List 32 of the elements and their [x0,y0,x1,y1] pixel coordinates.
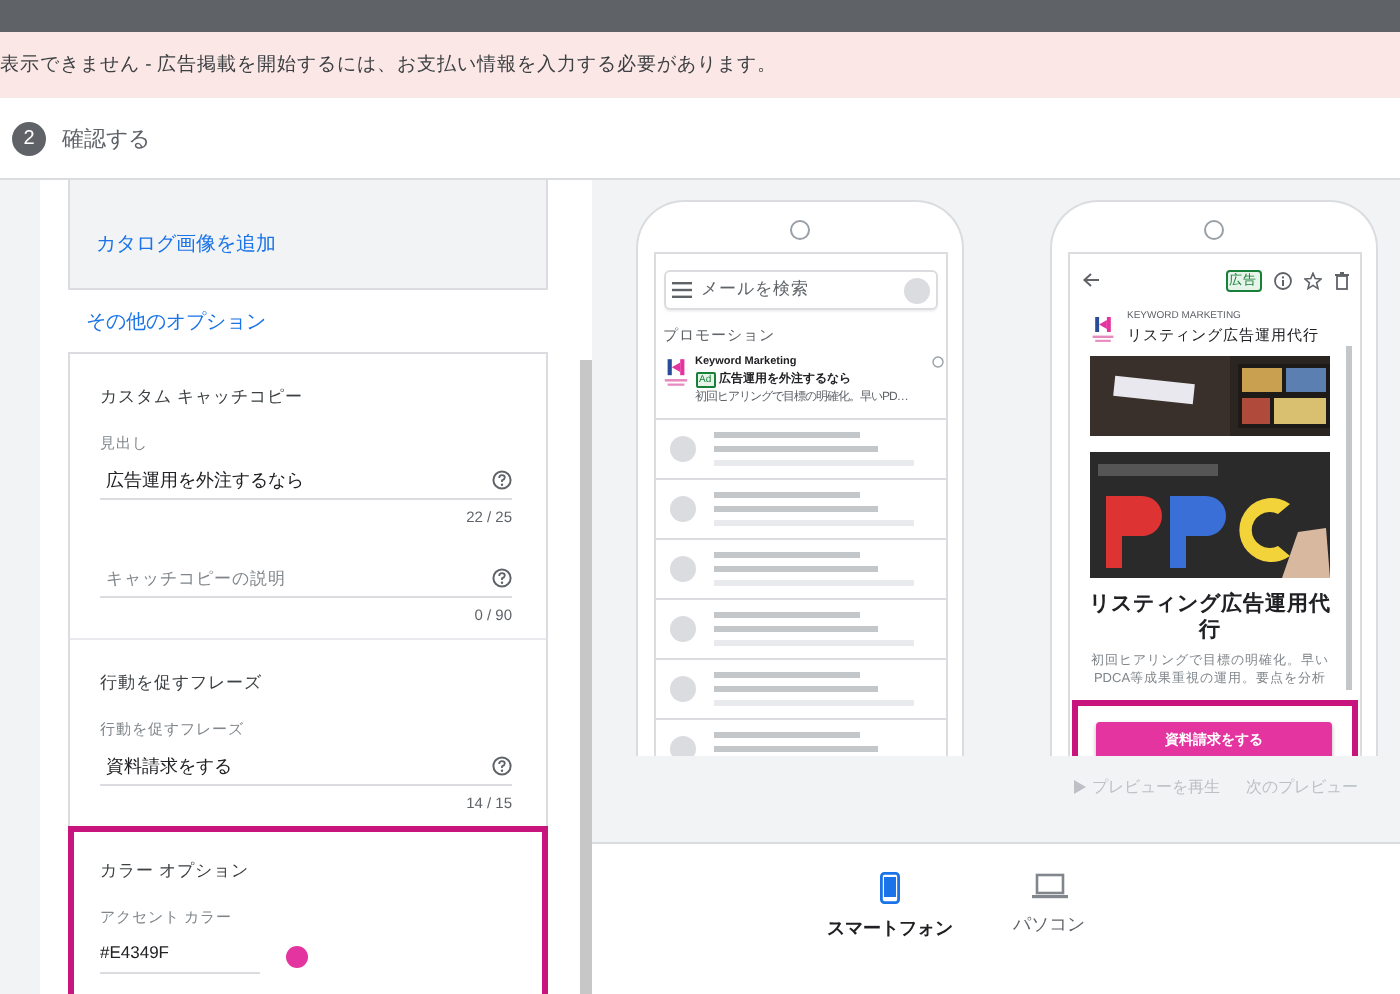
section-title: カスタム キャッチコピー [100,384,303,408]
camera-dot [790,220,810,240]
more-options-link[interactable]: その他のオプション [86,307,266,335]
ad-headline: リスティング広告運用代行 [1089,592,1331,644]
help-icon[interactable] [492,756,512,776]
step-label: 確認する [62,125,150,153]
phone-icon [880,872,900,904]
color-swatch[interactable] [286,945,308,967]
search-field[interactable]: メールを検索 [663,270,937,310]
laptop-icon [1031,872,1067,900]
camera-dot [1204,220,1224,240]
warning-message: 表示できません - 広告掲載を開始するには、お支払い情報を入力する必要があります。 [0,52,777,78]
device-tab[interactable]: パソコン [1005,868,1093,994]
text-field[interactable]: 広告運用を外注するなら [100,470,492,490]
step-number: 2 [12,121,46,155]
scrollbar[interactable] [580,360,592,994]
star-icon[interactable] [1303,271,1321,289]
menu-icon[interactable] [671,282,691,298]
scrollbar[interactable] [1345,346,1351,690]
section-title: カラー オプション [100,858,249,882]
help-icon[interactable] [492,470,512,490]
search-placeholder: メールを検索 [701,278,811,302]
add-catalog-link[interactable]: カタログ画像を追加 [96,230,276,258]
back-arrow-icon[interactable] [1081,272,1099,288]
text-field[interactable]: 資料請求をする [100,756,492,776]
logo-icon [661,356,689,388]
section-title: 行動を促すフレーズ [100,670,262,694]
help-icon[interactable] [492,568,512,588]
logo-icon [1089,313,1115,343]
device-tab[interactable]: スマートフォン [819,868,961,994]
text-field[interactable]: キャッチコピーの説明 [100,568,492,588]
trash-icon[interactable] [1333,271,1349,289]
